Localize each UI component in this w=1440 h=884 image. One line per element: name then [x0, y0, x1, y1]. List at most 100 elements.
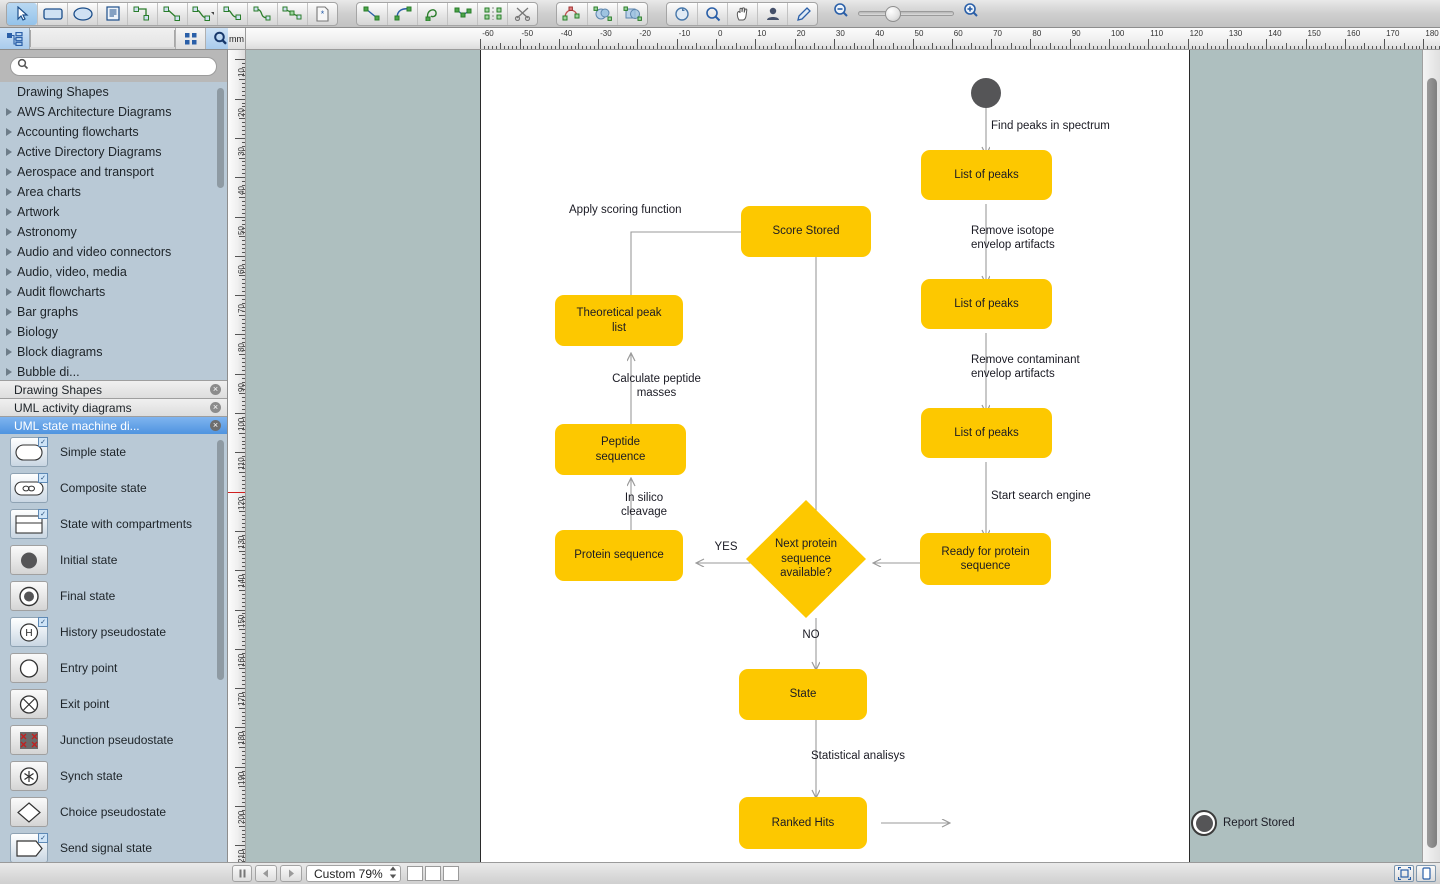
diamond-icon[interactable] — [10, 797, 48, 827]
state-node-state[interactable]: State — [739, 669, 867, 720]
canvas-vertical-scrollbar-thumb[interactable] — [1427, 78, 1437, 848]
page-tab-1[interactable] — [406, 866, 423, 881]
category-item[interactable]: Accounting flowcharts — [0, 122, 227, 142]
category-item[interactable]: Aerospace and transport — [0, 162, 227, 182]
chevron-right-icon[interactable] — [6, 108, 12, 116]
direct-connector-tool-button[interactable] — [157, 2, 187, 25]
checkbox-icon[interactable]: ✓ — [38, 509, 48, 519]
uml-activity-diagram[interactable]: List of peaks List of peaks List of peak… — [481, 50, 1295, 862]
checkbox-icon[interactable]: ✓ — [38, 833, 48, 843]
shapes-scrollbar-thumb[interactable] — [217, 440, 224, 680]
shape-list-item[interactable]: Choice pseudostate — [0, 794, 227, 830]
state-node-theoretical-peak-list[interactable]: Theoretical peak list — [555, 295, 683, 346]
checkbox-icon[interactable]: ✓ — [38, 473, 48, 483]
close-icon[interactable]: × — [210, 420, 221, 431]
category-list[interactable]: Drawing Shapes AWS Architecture Diagrams A… — [0, 82, 227, 380]
state-node-list-of-peaks-1[interactable]: List of peaks — [921, 150, 1052, 200]
chevron-right-icon[interactable] — [6, 288, 12, 296]
composite-state-icon[interactable]: ✓ — [10, 473, 48, 503]
canvas-vertical-scrollbar[interactable] — [1422, 50, 1440, 862]
curve-connector-tool-button[interactable] — [217, 2, 247, 25]
chevron-right-icon[interactable] — [6, 368, 12, 376]
mirror-tool-button[interactable] — [477, 2, 507, 25]
routed-connector-tool-button[interactable] — [277, 2, 307, 25]
state-node-ready-for-protein-sequence[interactable]: Ready for protein sequence — [920, 533, 1051, 585]
choice-node-next-protein-sequence[interactable]: Next protein sequence available? — [746, 500, 866, 618]
compartment-state-icon[interactable]: ✓ — [10, 509, 48, 539]
close-icon[interactable]: × — [210, 402, 221, 413]
page-tab-2[interactable] — [424, 866, 441, 881]
shape-list-item[interactable]: Entry point — [0, 650, 227, 686]
category-item[interactable]: Bubble di... — [0, 362, 227, 380]
chevron-right-icon[interactable] — [6, 188, 12, 196]
chevron-right-icon[interactable] — [6, 148, 12, 156]
union-shapes-tool-button[interactable] — [587, 2, 617, 25]
chevron-right-icon[interactable] — [6, 268, 12, 276]
eyedropper-tool-button[interactable] — [787, 2, 817, 25]
chevron-right-icon[interactable] — [6, 328, 12, 336]
checkbox-icon[interactable]: ✓ — [38, 437, 48, 447]
page-view-icon[interactable] — [1416, 865, 1436, 882]
open-library-tab[interactable]: UML activity diagrams × — [0, 398, 227, 416]
category-item[interactable]: Drawing Shapes — [0, 82, 227, 102]
shapes-stencil-list[interactable]: ✓ Simple state ✓ Composite state ✓ State with… — [0, 434, 227, 882]
polyline-tool-button[interactable] — [447, 2, 477, 25]
next-page-icon[interactable] — [280, 865, 302, 882]
line-tool-button[interactable] — [357, 3, 387, 25]
shape-list-item[interactable]: ✓ State with compartments — [0, 506, 227, 542]
chevron-right-icon[interactable] — [6, 228, 12, 236]
category-item[interactable]: Audio, video, media — [0, 262, 227, 282]
pause-icon[interactable] — [232, 865, 252, 882]
document-page[interactable]: List of peaks List of peaks List of peak… — [480, 50, 1295, 862]
chevron-right-icon[interactable] — [6, 168, 12, 176]
zoom-level-select[interactable]: Custom 79% — [306, 865, 401, 882]
search-input-wrapper[interactable] — [10, 56, 217, 76]
ellipse-tool-button[interactable] — [67, 2, 97, 25]
library-tree-icon[interactable] — [0, 28, 30, 49]
shape-list-item[interactable]: Junction pseudostate — [0, 722, 227, 758]
scissors-tool-button[interactable] — [507, 2, 537, 25]
category-scrollbar-thumb[interactable] — [217, 88, 224, 188]
shape-list-item[interactable]: ✓ Simple state — [0, 434, 227, 470]
new-page-tool-button[interactable]: * — [307, 2, 337, 25]
state-node-peptide-sequence[interactable]: Peptide sequence — [555, 424, 686, 475]
page-tab-3[interactable] — [442, 866, 459, 881]
zoom-in-icon[interactable] — [962, 2, 980, 25]
horizontal-ruler[interactable]: -60 -50 -40 -30 -20 -10 0 10 20 30 40 50 60 70 80 90 100… — [246, 28, 1440, 50]
circle-x-icon[interactable] — [10, 689, 48, 719]
smart-connector-tool-button[interactable] — [127, 2, 157, 25]
final-state-node[interactable] — [1191, 810, 1217, 836]
stepper-icon[interactable] — [389, 866, 397, 882]
history-h-icon[interactable]: H ✓ — [10, 617, 48, 647]
library-path-field[interactable] — [30, 30, 175, 47]
checkbox-icon[interactable]: ✓ — [38, 617, 48, 627]
category-item[interactable]: Block diagrams — [0, 342, 227, 362]
zoom-slider-track[interactable] — [858, 6, 954, 22]
shape-list-item[interactable]: Exit point — [0, 686, 227, 722]
arc-tool-button[interactable] — [387, 2, 417, 25]
zoom-tool-button[interactable] — [697, 2, 727, 25]
state-node-protein-sequence[interactable]: Protein sequence — [555, 530, 683, 581]
category-item[interactable]: Artwork — [0, 202, 227, 222]
shape-list-item[interactable]: Initial state — [0, 542, 227, 578]
category-item[interactable]: AWS Architecture Diagrams — [0, 102, 227, 122]
zoom-slider-knob[interactable] — [885, 6, 901, 22]
shape-list-item[interactable]: Synch state — [0, 758, 227, 794]
chevron-right-icon[interactable] — [6, 248, 12, 256]
state-node-ranked-hits[interactable]: Ranked Hits — [739, 797, 867, 849]
fit-page-icon[interactable] — [1394, 865, 1414, 882]
asterisk-circle-icon[interactable] — [10, 761, 48, 791]
curve-tool-button[interactable] — [417, 2, 447, 25]
close-icon[interactable]: × — [210, 384, 221, 395]
open-library-tab[interactable]: UML state machine di... × — [0, 416, 227, 434]
stamp-tool-button[interactable] — [757, 2, 787, 25]
vertical-ruler[interactable]: 1020304050607080901001101201301401501601… — [228, 50, 246, 862]
grid-view-icon[interactable] — [175, 28, 205, 49]
rectangle-tool-button[interactable] — [37, 2, 67, 25]
chevron-right-icon[interactable] — [6, 128, 12, 136]
shape-list-item[interactable]: H ✓ History pseudostate — [0, 614, 227, 650]
shape-list-item[interactable]: Final state — [0, 578, 227, 614]
zoom-slider-control[interactable] — [832, 2, 980, 25]
edit-points-tool-button[interactable] — [557, 3, 587, 25]
hollow-circle-icon[interactable] — [10, 653, 48, 683]
